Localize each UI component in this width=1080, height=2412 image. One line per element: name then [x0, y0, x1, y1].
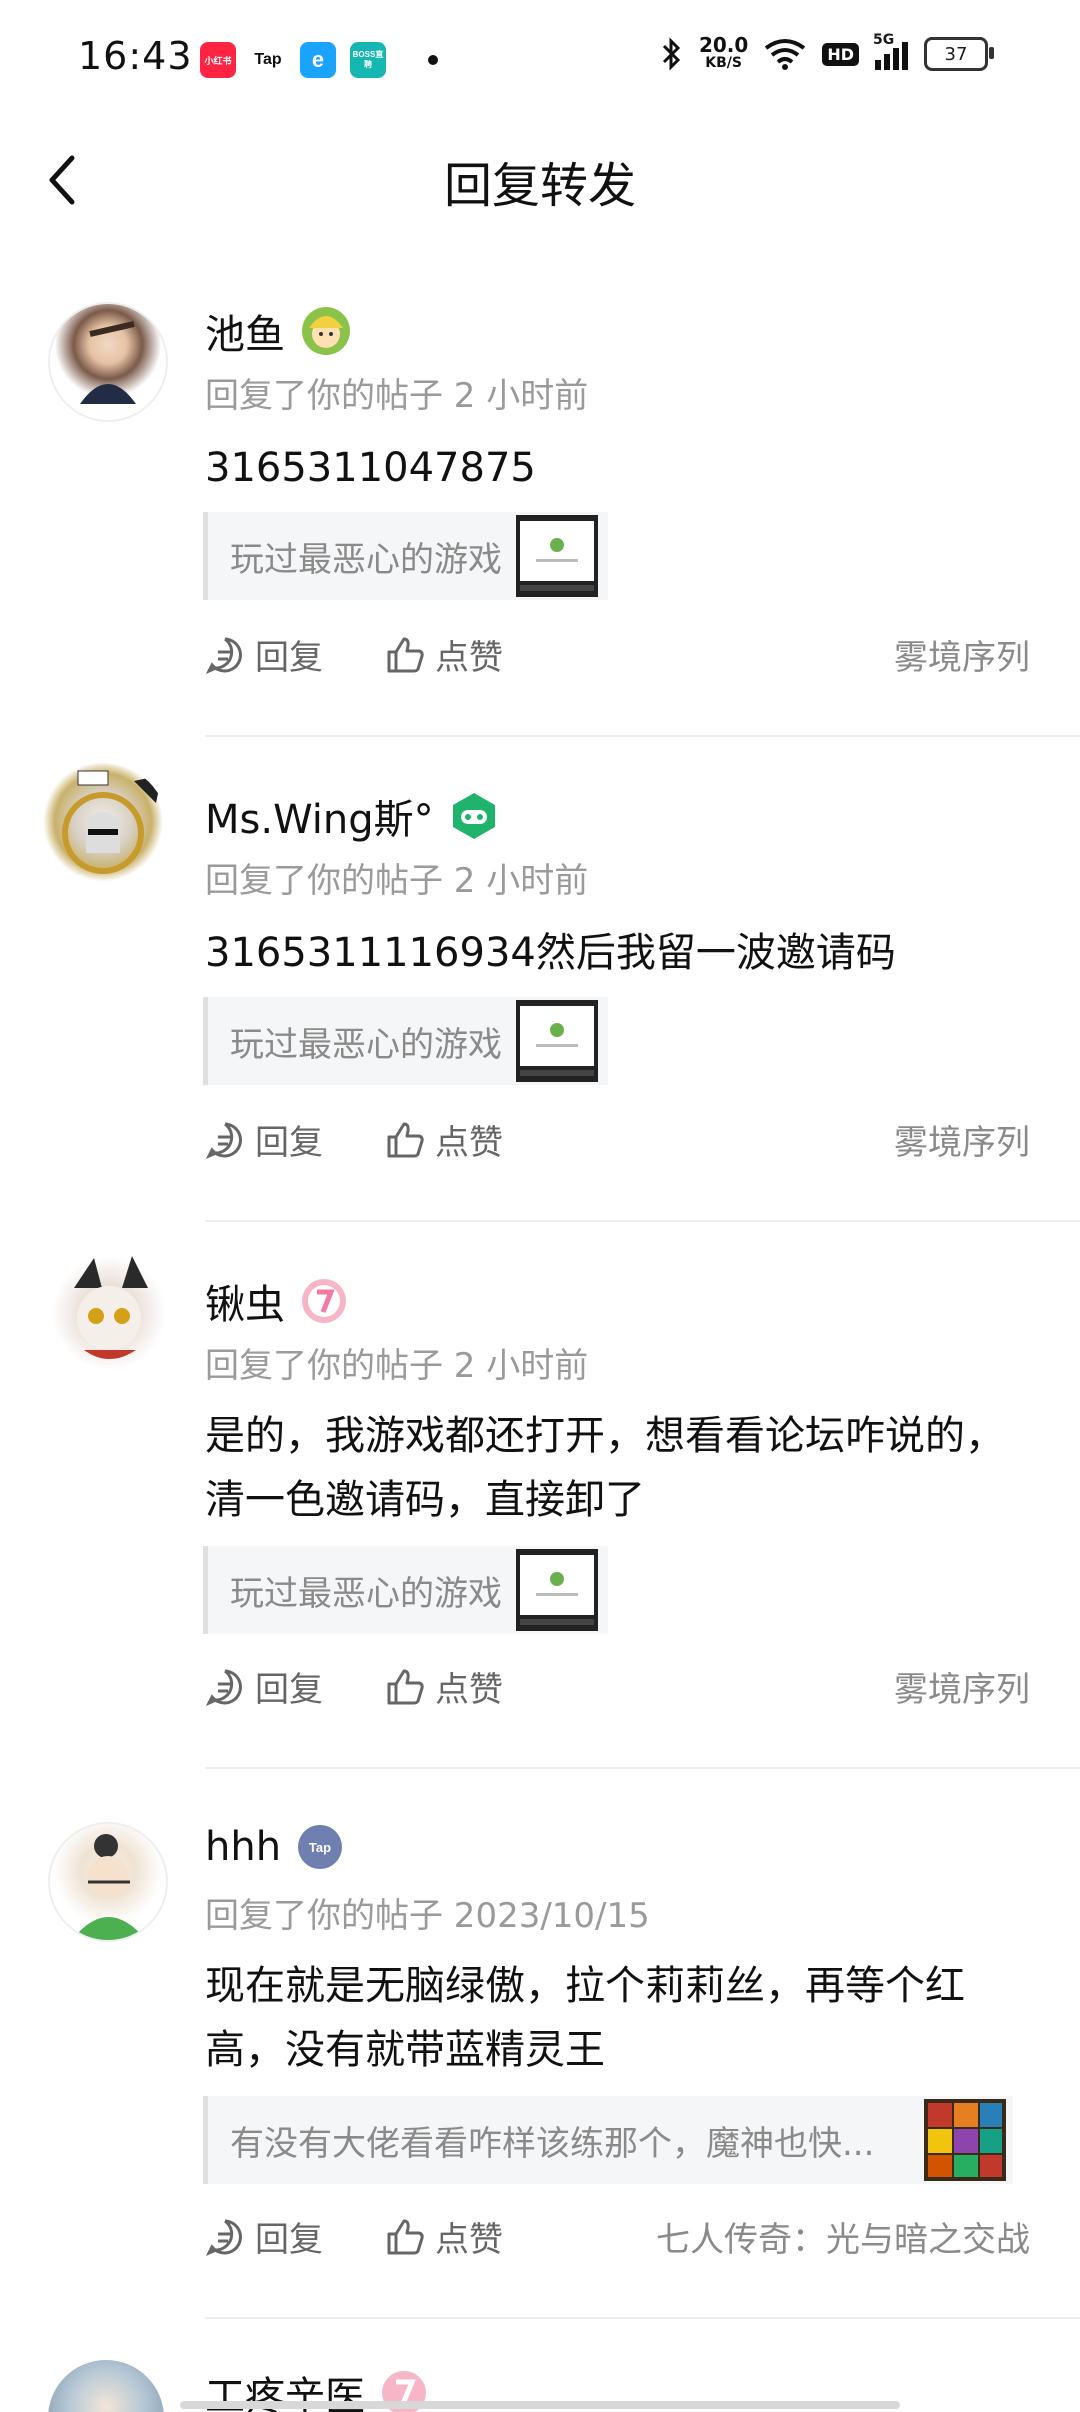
hd-badge: HD	[822, 42, 859, 66]
avatar[interactable]	[44, 1248, 174, 1378]
user-badge-icon	[302, 307, 350, 355]
list-item: Ms.Wing斯° 回复了你的帖子 2 小时前 3165311116934然后我…	[0, 725, 1080, 1225]
action-bar: 回复 点赞 七人传奇：光与暗之交战	[205, 2212, 1030, 2262]
like-button[interactable]: 点赞	[385, 1115, 503, 1164]
tap-badge-icon: Tap	[298, 1825, 343, 1869]
post-thumbnail	[516, 1000, 598, 1082]
notification-apps: 小红书 Tap e BOSS直聘	[200, 42, 438, 78]
referenced-post-title: 玩过最恶心的游戏	[230, 1573, 502, 1614]
net-speed-unit: KB/S	[705, 55, 742, 71]
action-bar: 回复 点赞 雾境序列	[205, 1115, 1030, 1165]
reply-content: 是的，我游戏都还打开，想看看论坛咋说的，清一色邀请码，直接卸了	[205, 1413, 1005, 1523]
e-app-icon: e	[300, 42, 336, 78]
action-bar: 回复 点赞 雾境序列	[205, 630, 1030, 680]
like-label: 点赞	[435, 1670, 503, 1710]
reply-button[interactable]: 回复	[205, 1115, 323, 1164]
username[interactable]: Ms.Wing斯°	[205, 787, 500, 845]
post-thumbnail	[516, 515, 598, 597]
bluetooth-icon	[662, 37, 681, 71]
reply-content: 3165311047875	[205, 445, 536, 491]
list-item: 锹虫 回复了你的帖子 2 小时前 是的，我游戏都还打开，想看看论坛咋说的，清一色…	[0, 1210, 1080, 1770]
boss-icon: BOSS直聘	[350, 42, 386, 78]
comment-icon	[205, 1122, 242, 1159]
like-button[interactable]: 点赞	[385, 1662, 503, 1711]
reply-label: 回复	[255, 2220, 323, 2260]
wifi-icon	[765, 39, 806, 70]
comment-icon	[205, 1669, 242, 1706]
signal-label: 5G	[873, 32, 895, 48]
like-button[interactable]: 点赞	[385, 2212, 503, 2261]
post-thumbnail	[516, 1549, 598, 1631]
nav-header: 回复转发	[0, 120, 1080, 240]
status-right: 20.0 KB/S HD 5G 37	[661, 32, 994, 72]
like-label: 点赞	[435, 2220, 503, 2260]
thumbs-up-icon	[387, 1122, 424, 1157]
referenced-post-title: 有没有大佬看看咋样该练那个，魔神也快...	[230, 2123, 875, 2164]
username[interactable]: 锹虫	[205, 1272, 349, 1330]
like-label: 点赞	[435, 638, 503, 678]
username[interactable]: 池鱼	[205, 302, 353, 360]
reply-content: 现在就是无脑绿傲，拉个莉莉丝，再等个红高，没有就带蓝精灵王	[205, 1963, 965, 2073]
referenced-post[interactable]: 有没有大佬看看咋样该练那个，魔神也快...	[203, 2096, 1013, 2184]
tap-icon: Tap	[250, 42, 286, 78]
avatar[interactable]	[48, 1822, 168, 1942]
username-text: Ms.Wing斯°	[205, 797, 434, 843]
game-tag[interactable]: 雾境序列	[894, 630, 1030, 679]
list-item: 池鱼 回复了你的帖子 2 小时前 3165311047875 玩过最恶心的游戏 …	[0, 240, 1080, 740]
divider	[205, 2317, 1080, 2319]
gamepad-badge-icon	[452, 793, 495, 839]
action-bar: 回复 点赞 雾境序列	[205, 1662, 1030, 1712]
avatar[interactable]	[48, 302, 168, 422]
reply-meta: 回复了你的帖子 2023/10/15	[205, 1896, 650, 1936]
status-time: 16:43	[78, 34, 193, 78]
signal-icon: 5G	[873, 32, 908, 70]
referenced-post-title: 玩过最恶心的游戏	[230, 539, 502, 580]
avatar[interactable]	[48, 2360, 164, 2412]
game-tag[interactable]: 雾境序列	[894, 1115, 1030, 1164]
xiaohongshu-icon: 小红书	[200, 42, 236, 78]
like-label: 点赞	[435, 1123, 503, 1163]
thumbs-up-icon	[387, 637, 424, 672]
referenced-post[interactable]: 玩过最恶心的游戏	[203, 512, 608, 600]
page-title: 回复转发	[443, 158, 636, 214]
scroll-indicator[interactable]	[180, 2401, 900, 2409]
reply-button[interactable]: 回复	[205, 2212, 323, 2261]
battery-icon: 37	[924, 37, 994, 71]
username-text: 池鱼	[205, 312, 285, 358]
level-badge-icon	[302, 1279, 346, 1323]
reply-meta: 回复了你的帖子 2 小时前	[205, 376, 589, 416]
referenced-post[interactable]: 玩过最恶心的游戏	[203, 1546, 608, 1634]
battery-level: 37	[944, 43, 968, 65]
comment-icon	[205, 637, 242, 674]
more-notifications-dot	[428, 55, 438, 65]
reply-label: 回复	[255, 1670, 323, 1710]
like-button[interactable]: 点赞	[385, 630, 503, 679]
status-bar: 16:43 小红书 Tap e BOSS直聘 20.0 KB/S HD 5G 37	[0, 0, 1080, 120]
reply-meta: 回复了你的帖子 2 小时前	[205, 1346, 589, 1386]
reply-meta: 回复了你的帖子 2 小时前	[205, 861, 589, 901]
thumbs-up-icon	[387, 2219, 424, 2254]
referenced-post[interactable]: 玩过最恶心的游戏	[203, 997, 608, 1085]
reply-label: 回复	[255, 638, 323, 678]
list-item: hhh Tap 回复了你的帖子 2023/10/15 现在就是无脑绿傲，拉个莉莉…	[0, 1760, 1080, 2320]
username[interactable]: hhh Tap	[205, 1822, 345, 1872]
post-thumbnail	[924, 2099, 1006, 2181]
game-tag[interactable]: 雾境序列	[894, 1662, 1030, 1711]
svg-text:Tap: Tap	[309, 1840, 331, 1855]
game-tag[interactable]: 七人传奇：光与暗之交战	[656, 2212, 1030, 2261]
username-text: hhh	[205, 1824, 282, 1870]
username-text: 锹虫	[205, 1282, 285, 1328]
net-speed: 20.0 KB/S	[699, 35, 748, 72]
comment-icon	[205, 2219, 242, 2256]
reply-button[interactable]: 回复	[205, 630, 323, 679]
avatar[interactable]	[38, 763, 168, 893]
reply-content: 3165311116934然后我留一波邀请码	[205, 930, 896, 976]
thumbs-up-icon	[387, 1669, 424, 1704]
referenced-post-title: 玩过最恶心的游戏	[230, 1024, 502, 1065]
reply-button[interactable]: 回复	[205, 1662, 323, 1711]
reply-label: 回复	[255, 1123, 323, 1163]
